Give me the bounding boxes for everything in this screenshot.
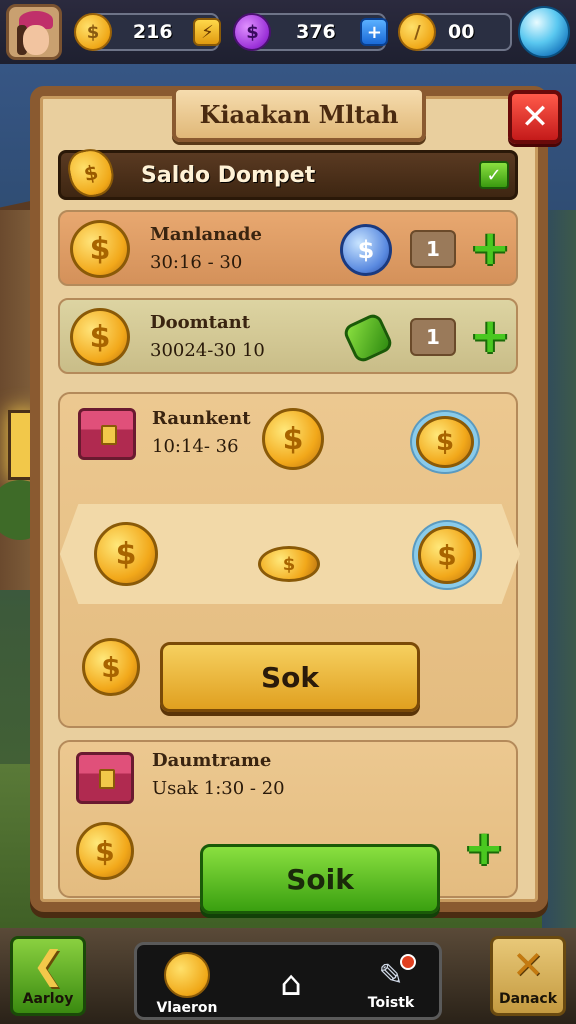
close-icon: ✕ — [512, 943, 544, 987]
add-item-button[interactable]: + — [470, 312, 510, 360]
close-icon: ✕ — [520, 97, 550, 137]
nav-item-label: Vlaeron — [156, 1000, 218, 1016]
nav-item-label: Toistk — [367, 994, 415, 1011]
wallet-label: Saldo Dompet — [141, 162, 316, 188]
buy-button-label: Sok — [260, 660, 320, 694]
panel-title-plate: Kiaakan Mltah — [172, 86, 426, 142]
gold-coin-icon: $ — [70, 220, 130, 278]
gold-coin-icon: $ — [94, 522, 158, 586]
item-name: Manlanade — [150, 224, 262, 245]
blue-orb-icon[interactable] — [518, 6, 570, 58]
quantity-value: 1 — [426, 237, 440, 261]
wallet-panel: Kiaakan Mltah ✕ $ Saldo Dompet ✓ $ Manla… — [30, 86, 562, 914]
home-icon: ⌂ — [280, 964, 302, 1004]
close-nav-label: Danack — [498, 991, 558, 1007]
player-avatar[interactable] — [6, 4, 62, 60]
item-name: Doomtant — [150, 312, 251, 333]
green-ticket-icon — [341, 311, 395, 365]
buy-button[interactable]: Sok — [160, 642, 420, 712]
quantity-box: 1 — [410, 318, 456, 356]
wallet-coin-icon: $ — [64, 144, 118, 202]
item-detail: 30:16 - 30 — [150, 252, 243, 273]
chest-icon — [78, 408, 136, 460]
avatar-face — [23, 25, 49, 55]
token-counter-value: 00 — [447, 21, 475, 43]
gold-coin-flat-icon: $ — [258, 546, 320, 582]
panel-title: Kiaakan Mltah — [199, 99, 399, 129]
gold-coin-icon: $ — [82, 638, 140, 696]
token-counter: / 00 — [398, 13, 512, 51]
gold-coin-icon: $ — [70, 308, 130, 366]
gold-coin-icon: $ — [76, 822, 134, 880]
add-gems-button[interactable]: + — [360, 18, 389, 46]
card-title: Daumtrame — [152, 750, 272, 771]
gem-counter-value: 376 — [296, 21, 336, 43]
claim-button-label: Soik — [286, 862, 354, 896]
jeweled-coin-icon: $ — [418, 526, 476, 584]
card-detail: Usak 1:30 - 20 — [152, 778, 285, 799]
jeweled-coin-icon: $ — [416, 416, 474, 468]
notification-dot — [399, 953, 416, 970]
gold-coin-icon: $ — [262, 408, 324, 470]
coin-counter: $ 216 ⚡ — [74, 13, 222, 51]
gold-coin-icon: $ — [74, 13, 112, 51]
close-button[interactable]: ✕ — [508, 90, 562, 144]
nav-item-tools[interactable]: ✎ Toistk — [341, 945, 441, 1023]
card-detail: 10:14- 36 — [152, 436, 239, 457]
coin-icon — [164, 952, 210, 998]
bottom-nav-center: Vlaeron ⌂ ✎ Toistk — [134, 942, 442, 1020]
close-nav-button[interactable]: ✕ Danack — [490, 936, 566, 1016]
add-item-button[interactable]: + — [464, 824, 504, 872]
nav-item-home[interactable]: ⌂ — [241, 945, 341, 1023]
claim-button[interactable]: Soik — [200, 844, 440, 914]
gem-counter: $ 376 + — [233, 13, 389, 51]
back-arrow-icon: ❮ — [32, 943, 64, 987]
coin-counter-value: 216 — [132, 21, 173, 43]
add-coins-button[interactable]: ⚡ — [193, 18, 222, 46]
chest-icon — [76, 752, 134, 804]
quantity-box: 1 — [410, 230, 456, 268]
list-item: $ Doomtant 30024-30 10 1 + — [58, 298, 518, 374]
wallet-check-button[interactable]: ✓ — [479, 161, 509, 189]
purple-gem-icon: $ — [233, 13, 272, 51]
add-item-button[interactable]: + — [470, 224, 510, 272]
quantity-value: 1 — [426, 325, 440, 349]
tools-icon: ✎ — [378, 953, 416, 993]
back-label: Aarloy — [22, 991, 74, 1007]
list-item: $ Manlanade 30:16 - 30 $ 1 + — [58, 210, 518, 286]
reward-card: Daumtrame Usak 1:30 - 20 $ Soik + — [58, 740, 518, 914]
back-button[interactable]: ❮ Aarloy — [10, 936, 86, 1016]
card-title: Raunkent — [152, 408, 251, 429]
check-icon: ✓ — [486, 164, 502, 186]
gold-token-icon: / — [398, 13, 437, 51]
top-resource-bar: $ 216 ⚡ $ 376 + / 00 — [0, 0, 576, 64]
nav-item-coins[interactable]: Vlaeron — [137, 945, 237, 1023]
wallet-balance-bar: $ Saldo Dompet ✓ — [58, 144, 518, 202]
reward-card: Raunkent 10:14- 36 $ $ $ $ $ $ Sok — [58, 392, 520, 728]
item-detail: 30024-30 10 — [150, 340, 265, 361]
blue-coin-icon: $ — [340, 224, 392, 276]
